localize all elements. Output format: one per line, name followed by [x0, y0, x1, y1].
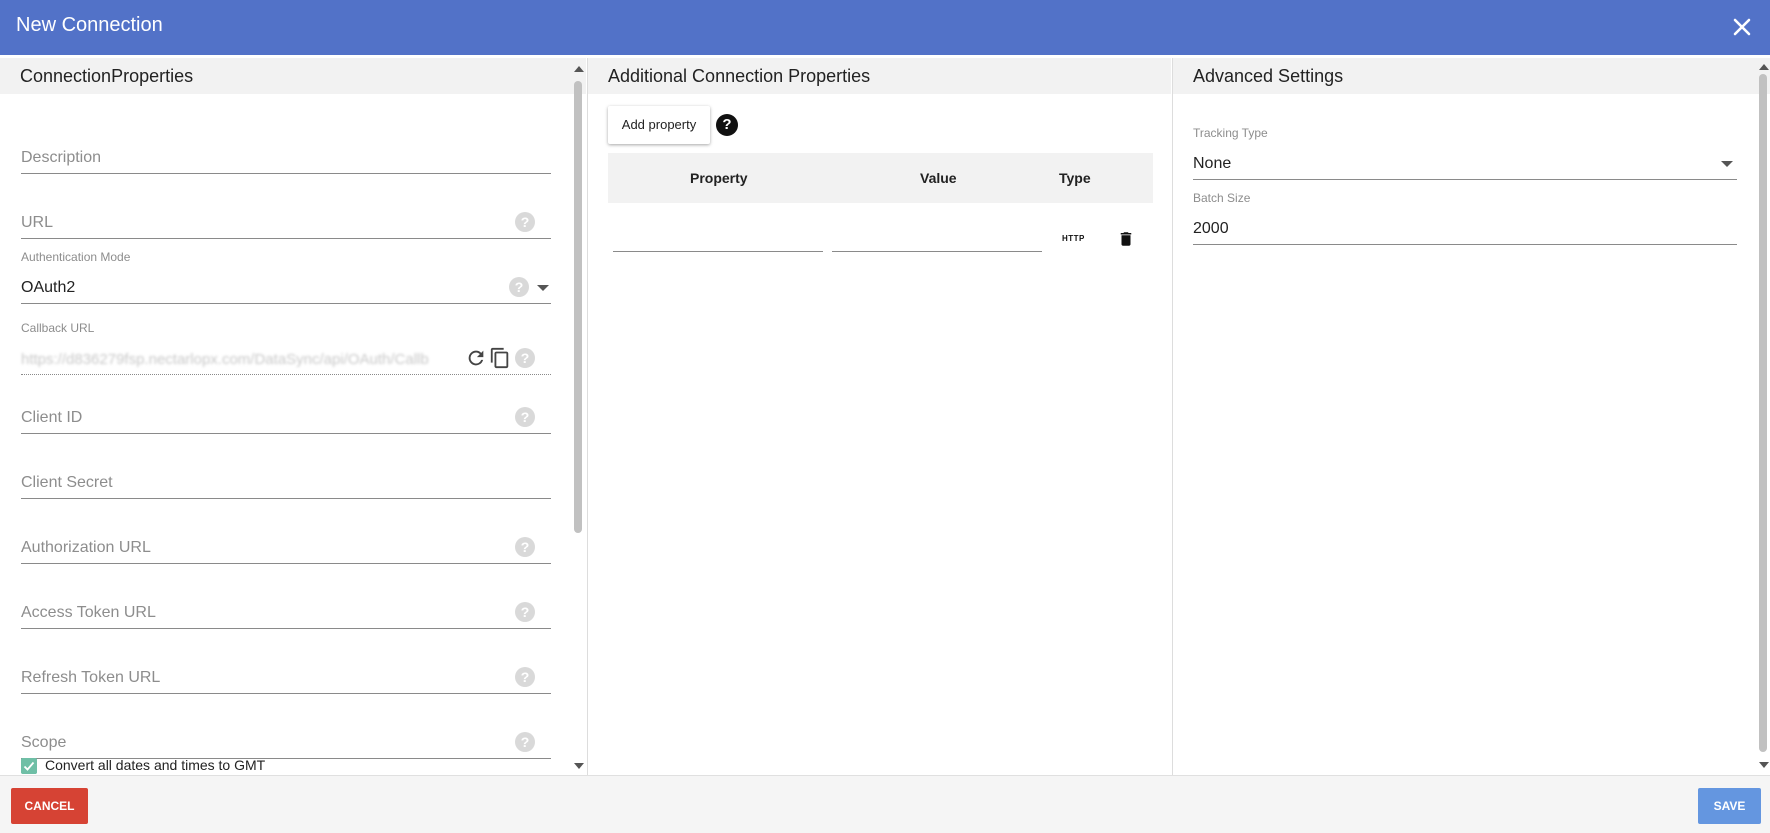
description-placeholder: Description — [21, 149, 102, 166]
dialog-title: New Connection — [16, 14, 163, 36]
column-property: Property — [690, 170, 748, 186]
batch-size-label: Batch Size — [1193, 191, 1251, 205]
authorization-url-placeholder: Authorization URL — [21, 539, 151, 556]
chevron-down-icon[interactable] — [1721, 161, 1733, 167]
right-scrollbar[interactable] — [1759, 58, 1769, 775]
access-token-url-placeholder: Access Token URL — [21, 604, 156, 621]
property-type-http[interactable]: HTTP — [1062, 234, 1085, 243]
advanced-settings-heading: Advanced Settings — [1173, 58, 1770, 94]
copy-icon[interactable] — [489, 347, 511, 369]
scope-placeholder: Scope — [21, 734, 67, 751]
column-type: Type — [1059, 170, 1091, 186]
left-scrollbar[interactable] — [574, 58, 584, 775]
callback-url-value: https://d836279fsp.nectarlopx.com/DataSy… — [21, 351, 429, 368]
refresh-token-url-placeholder: Refresh Token URL — [21, 669, 161, 686]
convert-dates-checkbox[interactable] — [21, 758, 37, 774]
url-placeholder: URL — [21, 214, 54, 231]
description-field[interactable]: Description — [21, 142, 551, 174]
scroll-down-arrow[interactable] — [1759, 762, 1769, 768]
client-secret-placeholder: Client Secret — [21, 474, 113, 491]
callback-url-field: Callback URL https://d836279fsp.nectarlo… — [21, 321, 551, 375]
dialog-footer: CANCEL SAVE — [0, 775, 1770, 833]
cancel-button[interactable]: CANCEL — [11, 788, 88, 824]
batch-size-field[interactable]: Batch Size 2000 — [1193, 191, 1737, 245]
refresh-token-url-field[interactable]: Refresh Token URL ? — [21, 662, 551, 694]
client-id-field[interactable]: Client ID ? — [21, 402, 551, 434]
authentication-mode-help-icon[interactable]: ? — [509, 277, 529, 297]
client-secret-field[interactable]: Client Secret — [21, 467, 551, 499]
tracking-type-value: None — [1193, 155, 1232, 172]
tracking-type-label: Tracking Type — [1193, 126, 1268, 140]
client-id-help-icon[interactable]: ? — [515, 407, 535, 427]
access-token-url-help-icon[interactable]: ? — [515, 602, 535, 622]
add-property-button[interactable]: Add property — [608, 106, 710, 144]
authorization-url-field[interactable]: Authorization URL ? — [21, 532, 551, 564]
scroll-down-arrow[interactable] — [574, 763, 584, 769]
batch-size-value: 2000 — [1193, 220, 1229, 237]
chevron-down-icon[interactable] — [537, 285, 549, 291]
scroll-up-arrow[interactable] — [1759, 64, 1769, 70]
url-help-icon[interactable]: ? — [515, 212, 535, 232]
advanced-settings-panel: Advanced Settings Tracking Type None Bat… — [1172, 58, 1770, 775]
save-button[interactable]: SAVE — [1698, 788, 1761, 824]
scroll-up-arrow[interactable] — [574, 66, 584, 72]
callback-url-label: Callback URL — [21, 321, 95, 335]
column-value: Value — [920, 170, 957, 186]
authentication-mode-value: OAuth2 — [21, 279, 76, 296]
add-property-help-icon[interactable]: ? — [716, 114, 738, 136]
url-field[interactable]: URL ? — [21, 207, 551, 239]
refresh-token-url-help-icon[interactable]: ? — [515, 667, 535, 687]
access-token-url-field[interactable]: Access Token URL ? — [21, 597, 551, 629]
convert-dates-label: Convert all dates and times to GMT — [45, 757, 266, 773]
trash-icon[interactable] — [1117, 228, 1135, 250]
authentication-mode-select[interactable]: Authentication Mode OAuth2 ? — [21, 250, 551, 304]
property-name-input[interactable] — [613, 228, 823, 252]
tracking-type-select[interactable]: Tracking Type None — [1193, 126, 1737, 180]
client-id-placeholder: Client ID — [21, 409, 83, 426]
properties-table-header: Property Value Type — [608, 153, 1153, 203]
connection-properties-heading: ConnectionProperties — [0, 58, 586, 94]
scope-help-icon[interactable]: ? — [515, 732, 535, 752]
additional-properties-heading: Additional Connection Properties — [588, 58, 1171, 94]
authorization-url-help-icon[interactable]: ? — [515, 537, 535, 557]
left-scroll-thumb[interactable] — [574, 81, 582, 533]
callback-url-help-icon[interactable]: ? — [515, 348, 535, 368]
right-scroll-thumb[interactable] — [1759, 74, 1767, 752]
scope-field[interactable]: Scope ? — [21, 727, 551, 759]
dialog-titlebar: New Connection — [0, 0, 1770, 55]
refresh-icon[interactable] — [465, 347, 487, 369]
additional-properties-panel: Additional Connection Properties Add pro… — [587, 58, 1171, 775]
connection-properties-panel: ConnectionProperties Description URL ? A… — [0, 58, 586, 775]
property-value-input[interactable] — [832, 228, 1042, 252]
close-icon[interactable] — [1730, 15, 1754, 39]
authentication-mode-label: Authentication Mode — [21, 250, 131, 264]
